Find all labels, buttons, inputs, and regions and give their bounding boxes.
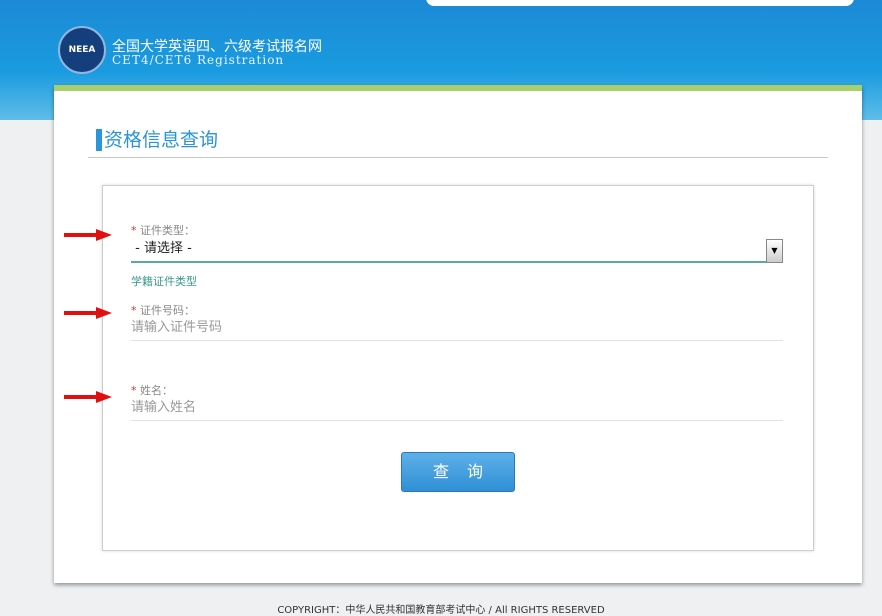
title-divider	[88, 157, 828, 158]
id-type-value: - 请选择 -	[135, 241, 192, 256]
top-search-box[interactable]	[426, 0, 854, 6]
chevron-down-icon[interactable]: ▼	[766, 239, 783, 263]
page-title: 资格信息查询	[96, 129, 218, 151]
red-arrow-icon	[64, 391, 112, 403]
id-type-select[interactable]: - 请选择 - ▼	[131, 237, 783, 263]
site-subtitle: CET4/CET6 Registration	[112, 53, 285, 67]
red-arrow-icon	[64, 229, 112, 241]
id-number-input[interactable]: 请输入证件号码	[131, 316, 783, 341]
red-arrow-icon	[64, 307, 112, 319]
id-type-hint: 学籍证件类型	[131, 275, 197, 288]
neea-logo: NEEA	[58, 26, 106, 74]
logo-text: NEEA	[68, 45, 96, 55]
query-button[interactable]: 查询	[401, 452, 515, 492]
main-card: 资格信息查询 * 证件类型： - 请选择 - ▼ 学籍证件类型 * 证件号码： 请…	[54, 85, 862, 583]
query-form: * 证件类型： - 请选择 - ▼ 学籍证件类型 * 证件号码： 请输入证件号码 …	[102, 185, 814, 551]
name-input[interactable]: 请输入姓名	[131, 396, 783, 421]
id-type-label: * 证件类型：	[131, 224, 195, 237]
